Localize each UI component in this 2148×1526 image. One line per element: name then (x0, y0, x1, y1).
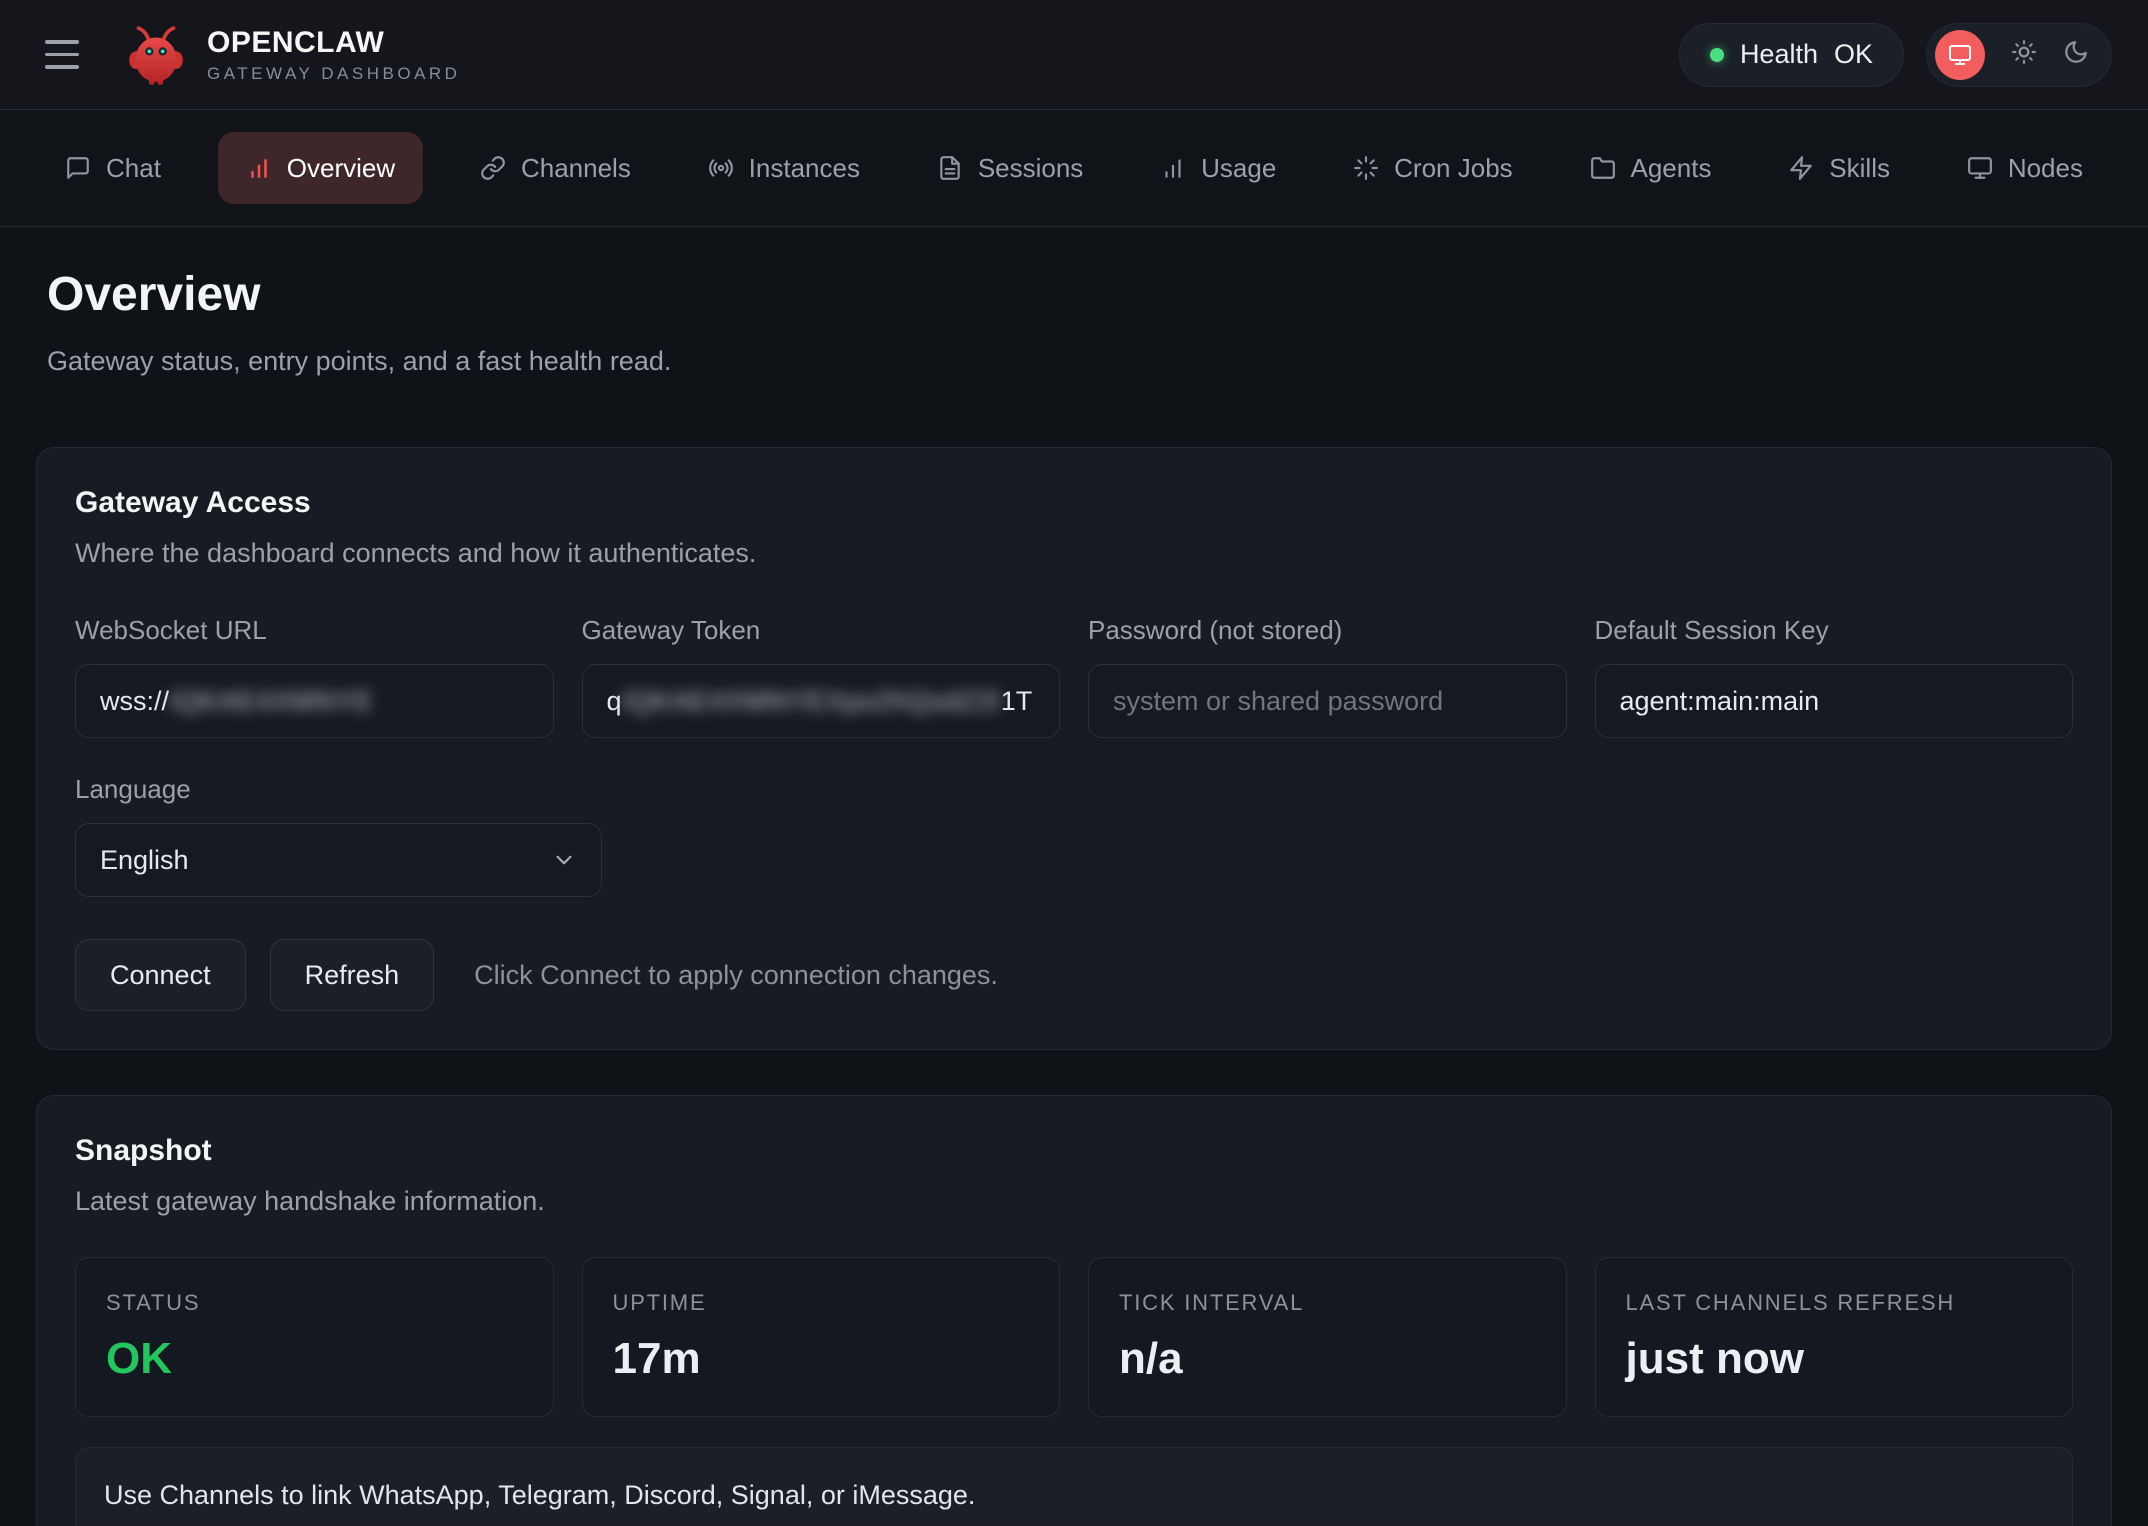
gateway-token-label: Gateway Token (582, 615, 1061, 646)
password-field: Password (not stored) (1088, 615, 1567, 738)
theme-dark-button[interactable] (2063, 39, 2089, 70)
gateway-access-card: Gateway Access Where the dashboard conne… (36, 447, 2112, 1050)
tab-instances[interactable]: Instances (688, 132, 880, 204)
health-status-badge: Health OK (1679, 23, 1904, 87)
websocket-url-label: WebSocket URL (75, 615, 554, 646)
health-dot-icon (1710, 48, 1724, 62)
monitor-icon (1967, 155, 1993, 181)
health-value: OK (1834, 39, 1873, 70)
websocket-url-input[interactable]: wss://IQKAE4XMNYE (75, 664, 554, 738)
tab-skills[interactable]: Skills (1768, 132, 1910, 204)
bar-chart-icon (1160, 155, 1186, 181)
stat-tick-interval-value: n/a (1119, 1334, 1536, 1384)
tab-channels[interactable]: Channels (460, 132, 651, 204)
openclaw-mascot-logo (123, 22, 189, 88)
stat-status: STATUS OK (75, 1257, 554, 1417)
connect-button[interactable]: Connect (75, 939, 246, 1011)
language-label: Language (75, 774, 602, 805)
tab-chat[interactable]: Chat (45, 132, 181, 204)
page-title: Overview (47, 267, 2112, 322)
chevron-down-icon (551, 847, 577, 873)
main-content: Overview Gateway status, entry points, a… (0, 227, 2148, 1526)
brand: OPENCLAW GATEWAY DASHBOARD (207, 26, 460, 84)
stat-last-channels-refresh-label: LAST CHANNELS REFRESH (1626, 1290, 2043, 1316)
sun-icon (2011, 39, 2037, 65)
session-key-label: Default Session Key (1595, 615, 2074, 646)
tab-overview[interactable]: Overview (218, 132, 423, 204)
brand-subtitle: GATEWAY DASHBOARD (207, 64, 460, 84)
health-label: Health (1740, 39, 1818, 70)
moon-icon (2063, 39, 2089, 65)
stat-last-channels-refresh-value: just now (1626, 1334, 2043, 1384)
tab-agents[interactable]: Agents (1570, 132, 1732, 204)
stat-tick-interval-label: TICK INTERVAL (1119, 1290, 1536, 1316)
chat-icon (65, 155, 91, 181)
gateway-token-input[interactable]: qIQKAE4XMNYEXps2hQsdZ2l1T (582, 664, 1061, 738)
password-label: Password (not stored) (1088, 615, 1567, 646)
brand-title: OPENCLAW (207, 26, 460, 60)
theme-system-button[interactable] (1935, 30, 1985, 80)
session-key-field: Default Session Key (1595, 615, 2074, 738)
link-icon (480, 155, 506, 181)
masked-token-value: IQKAE4XMNYEXps2hQsdZ2l (622, 686, 1001, 717)
channels-hint-note: Use Channels to link WhatsApp, Telegram,… (75, 1447, 2073, 1526)
theme-toggle (1926, 23, 2112, 87)
connect-helper-text: Click Connect to apply connection change… (474, 960, 998, 991)
stat-uptime-value: 17m (613, 1334, 1030, 1384)
tab-cron-jobs[interactable]: Cron Jobs (1333, 132, 1533, 204)
snapshot-card: Snapshot Latest gateway handshake inform… (36, 1095, 2112, 1526)
language-field: Language English (75, 774, 602, 897)
file-text-icon (937, 155, 963, 181)
tab-nodes[interactable]: Nodes (1947, 132, 2103, 204)
gateway-token-field: Gateway Token qIQKAE4XMNYEXps2hQsdZ2l1T (582, 615, 1061, 738)
session-key-input[interactable] (1595, 664, 2074, 738)
tab-sessions[interactable]: Sessions (917, 132, 1104, 204)
monitor-icon (1948, 43, 1972, 67)
snapshot-subtitle: Latest gateway handshake information. (75, 1186, 2073, 1217)
language-select[interactable]: English (75, 823, 602, 897)
tab-usage[interactable]: Usage (1140, 132, 1296, 204)
gateway-access-title: Gateway Access (75, 486, 2073, 520)
bar-chart-icon (246, 155, 272, 181)
header: OPENCLAW GATEWAY DASHBOARD Health OK (0, 0, 2148, 110)
stat-uptime: UPTIME 17m (582, 1257, 1061, 1417)
theme-light-button[interactable] (2011, 39, 2037, 70)
masked-websocket-value: IQKAE4XMNYE (169, 686, 374, 717)
loader-icon (1353, 155, 1379, 181)
stat-uptime-label: UPTIME (613, 1290, 1030, 1316)
websocket-url-field: WebSocket URL wss://IQKAE4XMNYE (75, 615, 554, 738)
hamburger-menu-icon[interactable] (45, 33, 89, 77)
stat-status-value: OK (106, 1334, 523, 1384)
password-input[interactable] (1088, 664, 1567, 738)
refresh-button[interactable]: Refresh (270, 939, 435, 1011)
snapshot-title: Snapshot (75, 1134, 2073, 1168)
stat-last-channels-refresh: LAST CHANNELS REFRESH just now (1595, 1257, 2074, 1417)
stat-tick-interval: TICK INTERVAL n/a (1088, 1257, 1567, 1417)
language-selected-value: English (100, 845, 189, 876)
gateway-access-subtitle: Where the dashboard connects and how it … (75, 538, 2073, 569)
stat-status-label: STATUS (106, 1290, 523, 1316)
main-nav: Chat Overview Channels Instances Session… (0, 110, 2148, 227)
zap-icon (1788, 155, 1814, 181)
radio-icon (708, 155, 734, 181)
page-subtitle: Gateway status, entry points, and a fast… (47, 346, 2112, 377)
folder-icon (1590, 155, 1616, 181)
